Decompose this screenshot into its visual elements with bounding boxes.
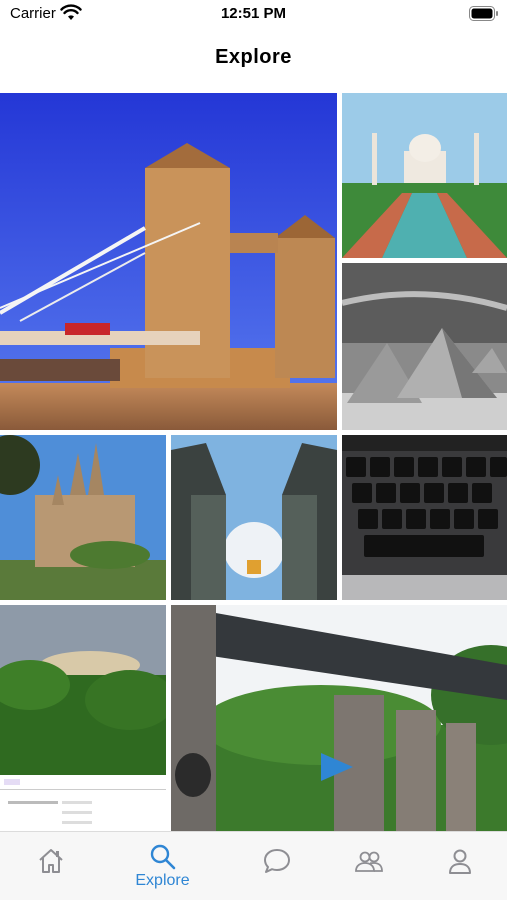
clock: 12:51 PM bbox=[220, 5, 287, 22]
tab-bar: Explore bbox=[0, 831, 507, 900]
search-icon bbox=[150, 844, 175, 870]
tab-explore[interactable]: Explore bbox=[112, 832, 213, 900]
tab-home[interactable] bbox=[0, 832, 101, 900]
taj-mahal-photo[interactable] bbox=[342, 93, 507, 258]
pyramids-photo[interactable] bbox=[342, 263, 507, 430]
chat-bubble-icon bbox=[263, 849, 290, 873]
forest-clouds-photo[interactable] bbox=[0, 605, 166, 831]
laptop-keyboard-photo[interactable] bbox=[342, 435, 507, 600]
tower-bridge-photo[interactable] bbox=[0, 93, 337, 430]
person-icon bbox=[448, 849, 471, 874]
page-title: Explore bbox=[215, 46, 292, 68]
status-bar: Carrier 12:51 PM bbox=[0, 0, 507, 28]
sagrada-familia-photo[interactable] bbox=[0, 435, 166, 600]
bali-gate-photo[interactable] bbox=[171, 435, 337, 600]
tab-explore-label: Explore bbox=[135, 872, 190, 889]
railway-bridge-video[interactable] bbox=[171, 605, 507, 831]
tab-friends[interactable] bbox=[318, 832, 419, 900]
tab-profile[interactable] bbox=[409, 832, 507, 900]
home-icon bbox=[38, 849, 63, 873]
people-icon bbox=[354, 851, 383, 872]
photo-grid bbox=[0, 93, 507, 831]
tab-messages[interactable] bbox=[226, 832, 327, 900]
battery-icon bbox=[469, 6, 498, 21]
